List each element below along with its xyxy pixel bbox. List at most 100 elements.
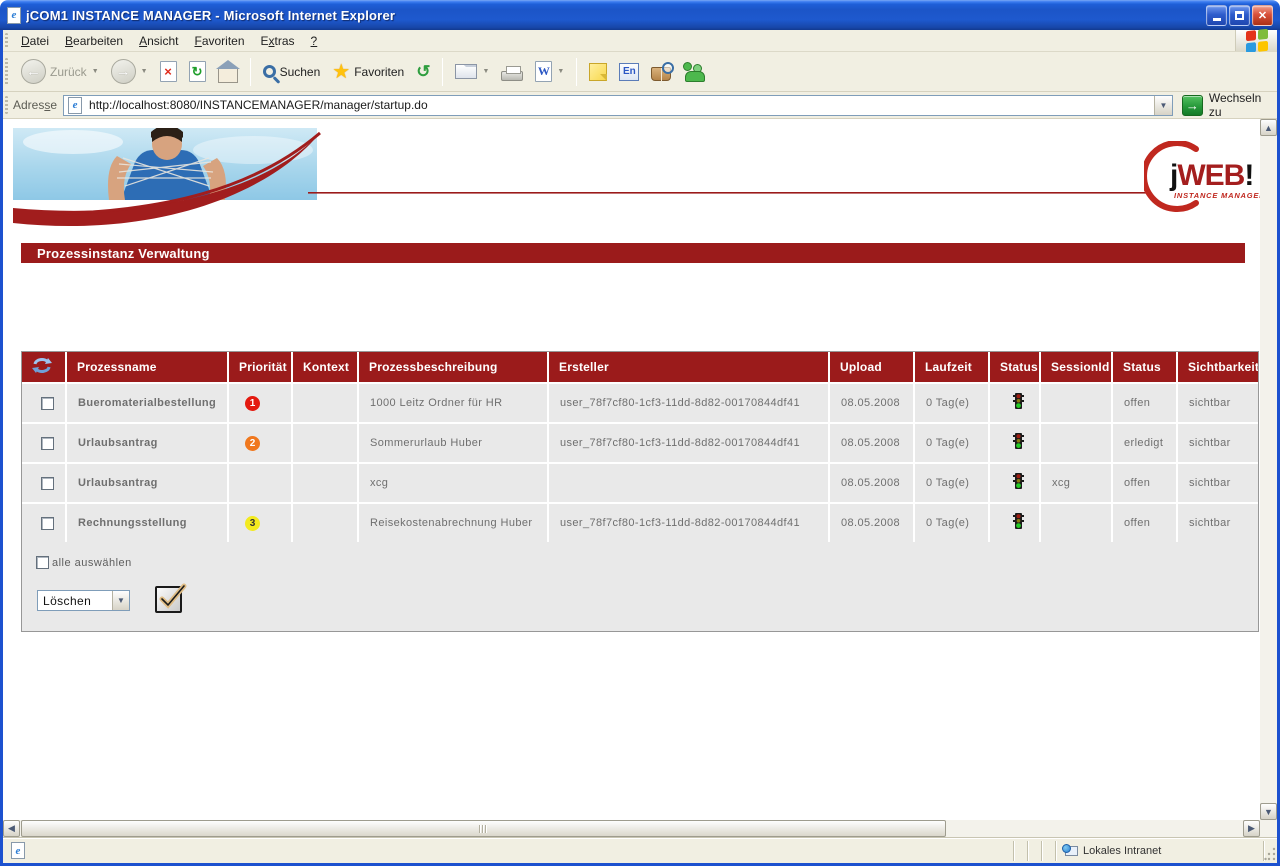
home-button[interactable]	[214, 59, 242, 85]
cell-upload: 08.05.2008	[830, 422, 915, 462]
search-icon	[263, 65, 276, 78]
messenger-button[interactable]	[679, 60, 709, 84]
traffic-light-icon	[1012, 472, 1025, 492]
forward-button[interactable]: → ▼	[107, 57, 152, 86]
translate-button[interactable]: En	[615, 61, 643, 83]
thumb-grip-icon	[479, 825, 488, 833]
table-row: Urlaubsantrag xcg 08.05.2008 0 Tag(e) xc…	[22, 462, 1258, 502]
submit-action-button[interactable]	[155, 586, 182, 613]
mail-dropdown-icon[interactable]: ▼	[482, 68, 489, 75]
row-checkbox[interactable]	[41, 397, 54, 410]
scroll-up-button[interactable]: ▲	[1260, 119, 1277, 136]
cell-prioritaet: 1	[229, 382, 293, 422]
cell-ersteller: user_78f7cf80-1cf3-11dd-8d82-00170844df4…	[549, 502, 830, 542]
cell-upload: 08.05.2008	[830, 502, 915, 542]
vertical-scrollbar[interactable]: ▲ ▼	[1260, 119, 1277, 820]
horizontal-scroll-thumb[interactable]	[21, 820, 946, 837]
cell-sessionid	[1041, 422, 1113, 462]
cell-kontext	[293, 462, 359, 502]
close-button[interactable]: ✕	[1252, 5, 1273, 26]
menu-datei[interactable]: Datei	[13, 30, 57, 51]
header-upload: Upload	[830, 352, 915, 382]
cell-sichtbarkeit: sichtbar	[1178, 382, 1258, 422]
cell-prioritaet	[229, 462, 293, 502]
header-ersteller: Ersteller	[549, 352, 830, 382]
header-prioritaet: Priorität	[229, 352, 293, 382]
word-w-glyph: W	[538, 64, 550, 79]
row-checkbox[interactable]	[41, 477, 54, 490]
menu-ansicht[interactable]: Ansicht	[131, 30, 186, 51]
edit-word-button[interactable]: W▼	[531, 59, 568, 84]
toolbar-separator	[576, 58, 577, 86]
menu-extras[interactable]: Extras	[253, 30, 303, 51]
menu-bearbeiten[interactable]: Bearbeiten	[57, 30, 131, 51]
forward-icon: →	[111, 59, 136, 84]
addressbar-grip[interactable]	[5, 96, 8, 114]
action-select[interactable]: Löschen ▼	[37, 590, 130, 611]
toolbar-separator	[250, 58, 251, 86]
resize-grip[interactable]	[1264, 843, 1277, 863]
mail-button[interactable]: ▼	[451, 62, 493, 81]
word-icon: W	[535, 61, 552, 82]
maximize-button[interactable]	[1229, 5, 1250, 26]
cell-status-icon	[990, 382, 1041, 422]
table-refresh-icon[interactable]	[32, 357, 52, 374]
go-arrow-icon: →	[1186, 98, 1199, 113]
menu-bar: Datei Bearbeiten Ansicht Favoriten Extra…	[3, 30, 1277, 52]
cell-upload: 08.05.2008	[830, 382, 915, 422]
toolbar-grip[interactable]	[5, 58, 8, 85]
research-button[interactable]	[647, 60, 675, 83]
menu-hilfe[interactable]: ?	[303, 30, 326, 51]
minimize-button[interactable]	[1206, 5, 1227, 26]
stop-button[interactable]: ×	[156, 59, 181, 84]
scroll-left-button[interactable]: ◀	[3, 820, 20, 837]
forward-dropdown-icon[interactable]: ▼	[141, 68, 148, 75]
row-checkbox[interactable]	[41, 437, 54, 450]
scroll-down-button[interactable]: ▼	[1260, 803, 1277, 820]
titlebar: e jCOM1 INSTANCE MANAGER - Microsoft Int…	[0, 0, 1280, 30]
select-all-checkbox[interactable]	[36, 556, 49, 569]
favorites-button[interactable]: ★ Favoriten	[328, 60, 408, 84]
page-icon-letter: e	[73, 99, 78, 111]
cell-ersteller: user_78f7cf80-1cf3-11dd-8d82-00170844df4…	[549, 422, 830, 462]
header-status2: Status	[1113, 352, 1178, 382]
refresh-glyph: ↻	[192, 64, 203, 80]
maximize-icon	[1235, 11, 1244, 20]
header-sessionid: SessionId	[1041, 352, 1113, 382]
horizontal-scrollbar[interactable]: ◀ ▶	[3, 820, 1260, 837]
cell-sessionid	[1041, 382, 1113, 422]
menubar-grip[interactable]	[5, 33, 8, 48]
cell-prioritaet: 3	[229, 502, 293, 542]
cell-beschreibung: Reisekostenabrechnung Huber	[359, 502, 549, 542]
notes-button[interactable]	[585, 61, 611, 83]
go-button[interactable]: →	[1182, 95, 1203, 116]
cell-prioritaet: 2	[229, 422, 293, 462]
traffic-light-icon	[1012, 432, 1025, 452]
row-checkbox[interactable]	[41, 517, 54, 530]
address-input[interactable]	[86, 98, 1154, 112]
cell-status-icon	[990, 502, 1041, 542]
select-all-label: alle auswählen	[52, 557, 132, 569]
address-dropdown-button[interactable]: ▼	[1154, 96, 1172, 115]
scroll-right-button[interactable]: ▶	[1243, 820, 1260, 837]
print-button[interactable]	[497, 61, 527, 83]
cell-laufzeit: 0 Tag(e)	[915, 502, 990, 542]
cell-laufzeit: 0 Tag(e)	[915, 462, 990, 502]
process-table: Prozessname Priorität Kontext Prozessbes…	[22, 352, 1258, 542]
jweb-logo-word: jWEB!	[1170, 159, 1253, 193]
scrollbar-corner	[1260, 820, 1277, 837]
messenger-icon	[683, 62, 705, 82]
window-title: jCOM1 INSTANCE MANAGER - Microsoft Inter…	[26, 8, 1206, 23]
security-zone-panel: Lokales Intranet	[1056, 841, 1264, 861]
history-button[interactable]: ↺	[412, 61, 434, 82]
refresh-button[interactable]: ↻	[185, 59, 210, 84]
search-button[interactable]: Suchen	[259, 63, 325, 81]
cell-kontext	[293, 502, 359, 542]
header-status: Status	[990, 352, 1041, 382]
menu-favoriten[interactable]: Favoriten	[186, 30, 252, 51]
back-button[interactable]: ← Zurück ▼	[17, 57, 103, 86]
back-dropdown-icon[interactable]: ▼	[92, 68, 99, 75]
edit-dropdown-icon[interactable]: ▼	[557, 68, 564, 75]
header-sichtbarkeit: Sichtbarkeit	[1178, 352, 1258, 382]
action-select-dropdown-icon[interactable]: ▼	[112, 591, 129, 610]
